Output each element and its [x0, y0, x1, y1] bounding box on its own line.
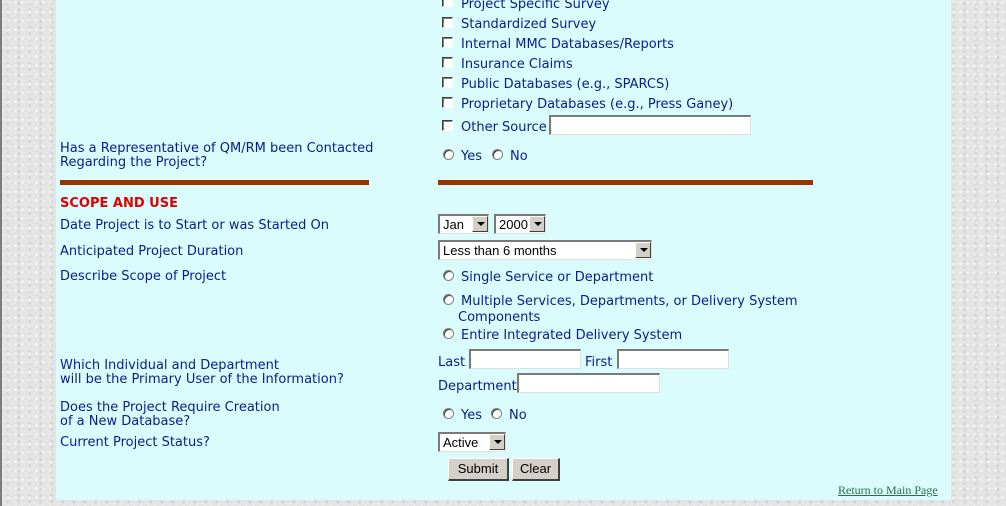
start-year-value: 2000	[499, 217, 528, 232]
checkbox-other-source[interactable]	[442, 120, 453, 131]
chevron-down-icon[interactable]	[489, 434, 505, 450]
new-database-no-radio[interactable]	[491, 408, 502, 419]
checkbox-standardized-survey[interactable]	[442, 17, 453, 28]
checkbox-proprietary-databases[interactable]	[442, 97, 453, 108]
checkbox-label: Public Databases (e.g., SPARCS)	[461, 77, 670, 92]
scope-entire-radio[interactable]	[443, 328, 454, 339]
clear-button[interactable]: Clear	[512, 458, 560, 481]
start-month-select[interactable]: Jan	[438, 214, 489, 234]
checkbox-internal-mmc-databases[interactable]	[442, 37, 453, 48]
last-name-input[interactable]	[469, 349, 581, 369]
new-database-yes-radio[interactable]	[443, 408, 454, 419]
duration-select[interactable]: Less than 6 months	[438, 240, 652, 260]
scope-description-label: Describe Scope of Project	[60, 269, 227, 284]
new-database-label: of a New Database?	[60, 414, 191, 429]
checkbox-label: Internal MMC Databases/Reports	[461, 37, 674, 52]
return-to-main-link[interactable]: Return to Main Page	[838, 483, 938, 498]
new-database-no-label: No	[509, 408, 527, 423]
scope-entire-label: Entire Integrated Delivery System	[461, 328, 683, 343]
department-input[interactable]	[517, 373, 660, 393]
new-database-label: Does the Project Require Creation	[60, 400, 280, 415]
window-edge	[0, 0, 2, 506]
qm-question-label: Regarding the Project?	[60, 155, 208, 170]
project-status-label: Current Project Status?	[60, 435, 210, 450]
scope-multiple-radio[interactable]	[443, 294, 454, 305]
other-source-input[interactable]	[549, 115, 751, 135]
project-status-value: Active	[443, 435, 479, 450]
primary-user-label: Which Individual and Department	[60, 358, 279, 373]
chevron-down-icon[interactable]	[472, 216, 488, 232]
checkbox-public-databases[interactable]	[442, 77, 453, 88]
scope-single-radio[interactable]	[443, 270, 454, 281]
form-panel: Project Specific Survey Standardized Sur…	[56, 0, 951, 500]
checkbox-label: Other Source	[461, 120, 547, 135]
duration-value: Less than 6 months	[443, 243, 557, 258]
start-date-label: Date Project is to Start or was Started …	[60, 218, 329, 233]
qm-no-label: No	[510, 149, 528, 164]
scope-single-label: Single Service or Department	[461, 270, 654, 285]
start-year-select[interactable]: 2000	[494, 214, 546, 234]
chevron-down-icon[interactable]	[635, 242, 651, 258]
checkbox-label: Insurance Claims	[461, 57, 573, 72]
checkbox-insurance-claims[interactable]	[442, 57, 453, 68]
project-status-select[interactable]: Active	[438, 432, 506, 452]
section-divider-right	[438, 180, 813, 185]
scope-multiple-label: Components	[458, 310, 541, 325]
start-month-value: Jan	[443, 217, 464, 232]
checkbox-label: Standardized Survey	[461, 17, 597, 32]
submit-button[interactable]: Submit	[448, 458, 509, 481]
duration-label: Anticipated Project Duration	[60, 244, 244, 259]
section-heading: SCOPE AND USE	[60, 196, 178, 211]
qm-yes-label: Yes	[461, 149, 482, 164]
chevron-down-icon[interactable]	[529, 216, 545, 232]
department-label: Department	[438, 379, 517, 394]
scope-multiple-label: Multiple Services, Departments, or Deliv…	[461, 294, 798, 309]
qm-question-label: Has a Representative of QM/RM been Conta…	[60, 141, 374, 156]
checkbox-label: Proprietary Databases (e.g., Press Ganey…	[461, 97, 734, 112]
qm-yes-radio[interactable]	[443, 149, 454, 160]
new-database-yes-label: Yes	[461, 408, 482, 423]
checkbox-label: Project Specific Survey	[461, 0, 610, 12]
primary-user-label: will be the Primary User of the Informat…	[60, 372, 344, 387]
section-divider-left	[60, 180, 369, 185]
first-name-label: First	[585, 355, 613, 370]
first-name-input[interactable]	[617, 349, 729, 369]
qm-no-radio[interactable]	[492, 149, 503, 160]
checkbox-project-specific-survey[interactable]	[442, 0, 453, 7]
last-name-label: Last	[438, 355, 466, 370]
